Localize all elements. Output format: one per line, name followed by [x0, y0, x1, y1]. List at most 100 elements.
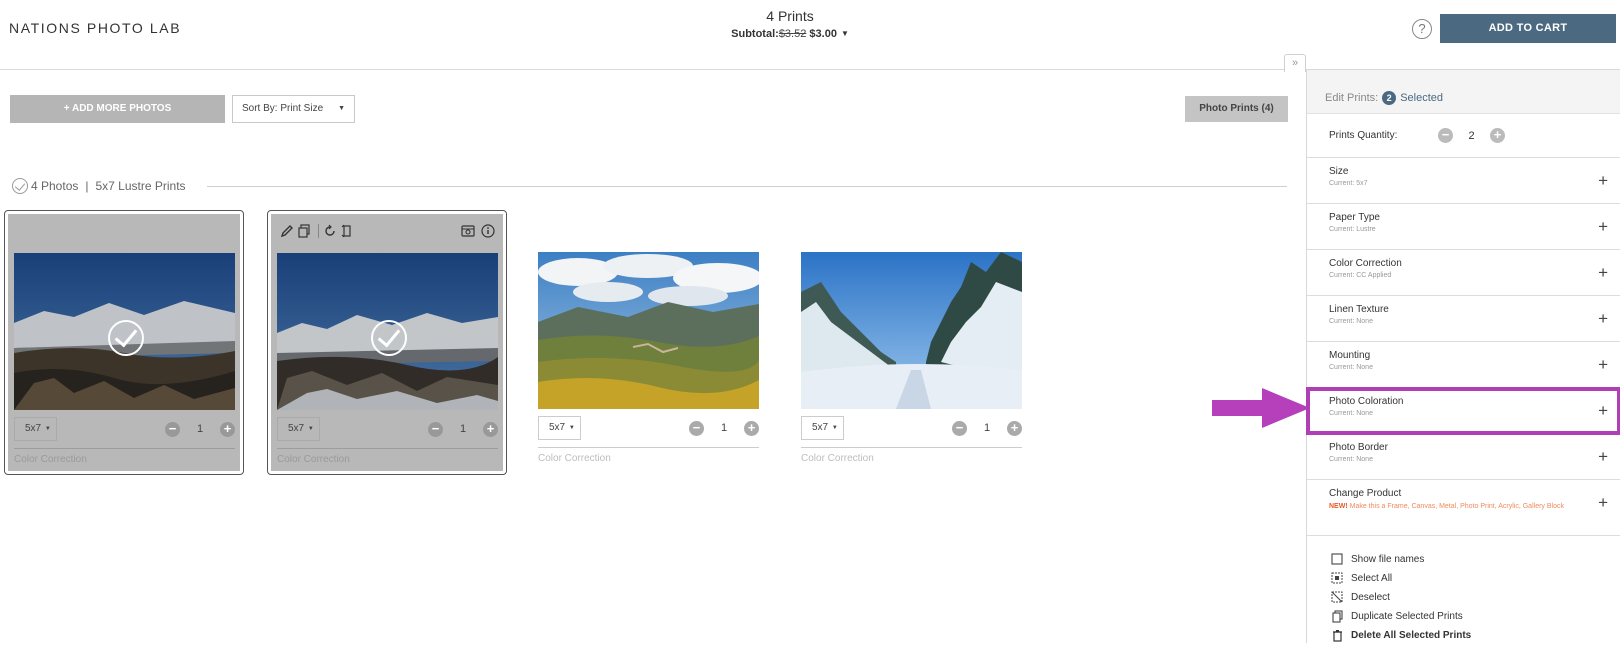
color-correction-label[interactable]: Color Correction	[538, 453, 611, 464]
size-select[interactable]: 5x7 ▼	[14, 417, 57, 441]
decrease-button[interactable]: −	[952, 420, 967, 436]
expand-plus-icon[interactable]: +	[1598, 263, 1608, 283]
photo-card[interactable]: 5x7 ▼ − 1 + Color Correction	[792, 210, 1032, 475]
prints-quantity-row: Prints Quantity: − 2 +	[1307, 114, 1620, 158]
option-title: Mounting	[1329, 350, 1371, 361]
divider	[538, 447, 759, 448]
selected-check-icon[interactable]	[108, 320, 144, 356]
decrease-button[interactable]: −	[165, 421, 180, 437]
color-correction-label[interactable]: Color Correction	[14, 454, 87, 465]
option-current: Current: Lustre	[1329, 226, 1376, 233]
photo-prints-button[interactable]: Photo Prints (4)	[1185, 96, 1288, 122]
increase-button[interactable]: +	[220, 421, 235, 437]
expand-plus-icon[interactable]: +	[1598, 493, 1608, 513]
sort-by-select[interactable]: Sort By: Print Size ▼	[232, 95, 355, 123]
subtotal[interactable]: Subtotal:$3.52 $3.00 ▼	[690, 28, 890, 40]
color-correction-label[interactable]: Color Correction	[801, 453, 874, 464]
new-product-text: Make this a Frame, Canvas, Metal, Photo …	[1349, 503, 1564, 510]
option-mounting[interactable]: Mounting Current: None +	[1307, 342, 1620, 388]
size-value: 5x7	[25, 423, 42, 434]
chevron-down-icon: ▼	[307, 426, 314, 432]
photo-thumbnail[interactable]	[277, 253, 498, 410]
expand-plus-icon[interactable]: +	[1598, 401, 1608, 421]
checkbox-icon[interactable]	[1331, 553, 1344, 566]
option-color-correction[interactable]: Color Correction Current: CC Applied +	[1307, 250, 1620, 296]
size-select[interactable]: 5x7 ▼	[277, 417, 320, 441]
selected-check-icon[interactable]	[371, 320, 407, 356]
option-paper-type[interactable]: Paper Type Current: Lustre +	[1307, 204, 1620, 250]
select-all-icon	[1331, 572, 1343, 584]
info-icon[interactable]	[481, 224, 495, 238]
delete-selected-link[interactable]: Delete All Selected Prints	[1331, 626, 1620, 645]
logo[interactable]: NATIONS PHOTO LAB	[9, 20, 181, 36]
decrease-button[interactable]: −	[689, 420, 704, 436]
photo-card[interactable]: 5x7 ▼ − 1 + Color Correction	[529, 210, 769, 475]
show-file-names-label: Show file names	[1351, 554, 1425, 565]
add-to-cart-button[interactable]: ADD TO CART	[1440, 14, 1616, 43]
quantity-stepper: − 1 +	[952, 420, 1022, 436]
expand-plus-icon[interactable]: +	[1598, 447, 1608, 467]
option-photo-border[interactable]: Photo Border Current: None +	[1307, 434, 1620, 480]
color-correction-label[interactable]: Color Correction	[277, 454, 350, 465]
cart-summary[interactable]: 4 Prints Subtotal:$3.52 $3.00 ▼	[690, 8, 890, 40]
expand-plus-icon[interactable]: +	[1598, 355, 1608, 375]
option-title: Photo Coloration	[1329, 396, 1404, 407]
chevron-down-icon[interactable]: ▼	[841, 29, 849, 38]
increase-button[interactable]: +	[744, 420, 759, 436]
increase-quantity-button[interactable]: +	[1490, 128, 1505, 143]
option-size[interactable]: Size Current: 5x7 +	[1307, 158, 1620, 204]
flip-orientation-icon[interactable]	[340, 224, 354, 238]
prints-quantity-value: 2	[1468, 129, 1475, 142]
select-group-check-icon[interactable]	[12, 178, 28, 194]
edit-pencil-icon[interactable]	[280, 224, 294, 238]
photo-thumbnail[interactable]	[14, 253, 235, 410]
quantity-value: 1	[459, 423, 467, 435]
subtotal-label: Subtotal:	[731, 28, 779, 40]
option-title: Color Correction	[1329, 258, 1402, 269]
show-file-names-toggle[interactable]: Show file names	[1331, 550, 1620, 569]
select-all-label: Select All	[1351, 573, 1393, 584]
option-linen-texture[interactable]: Linen Texture Current: None +	[1307, 296, 1620, 342]
select-all-link[interactable]: Select All	[1331, 569, 1620, 588]
preview-icon[interactable]	[461, 224, 475, 238]
option-current: Current: CC Applied	[1329, 272, 1392, 279]
expand-plus-icon[interactable]: +	[1598, 217, 1608, 237]
highlight-arrow-icon	[1212, 388, 1310, 428]
quantity-stepper: − 1 +	[689, 420, 759, 436]
expand-plus-icon[interactable]: +	[1598, 171, 1608, 191]
decrease-quantity-button[interactable]: −	[1438, 128, 1453, 143]
selection-actions: Show file names Select All Deselect Dupl…	[1307, 536, 1620, 645]
photo-thumbnail[interactable]	[801, 252, 1022, 409]
increase-button[interactable]: +	[1007, 420, 1022, 436]
chevron-down-icon: ▼	[338, 105, 345, 112]
subtotal-old-price: $3.52	[778, 28, 807, 40]
option-title: Linen Texture	[1329, 304, 1389, 315]
photo-card[interactable]: 5x7 ▼ − 1 + Color Correction	[267, 210, 507, 475]
size-value: 5x7	[549, 422, 566, 433]
option-current: Current: None	[1329, 456, 1373, 463]
option-title: Paper Type	[1329, 212, 1380, 223]
help-icon[interactable]: ?	[1412, 19, 1432, 39]
decrease-button[interactable]: −	[428, 421, 443, 437]
option-current: Current: None	[1329, 364, 1373, 371]
option-photo-coloration[interactable]: Photo Coloration Current: None +	[1306, 387, 1620, 435]
option-change-product[interactable]: Change Product NEW! Make this a Frame, C…	[1307, 480, 1620, 536]
duplicate-icon[interactable]	[297, 224, 311, 238]
photo-card[interactable]: 5x7 ▼ − 1 + Color Correction	[4, 210, 244, 475]
group-separator: |	[85, 179, 89, 193]
duplicate-selected-link[interactable]: Duplicate Selected Prints	[1331, 607, 1620, 626]
quantity-stepper: − 1 +	[165, 421, 235, 437]
card-toolbar	[280, 223, 498, 239]
divider	[207, 186, 1287, 187]
photo-thumbnail[interactable]	[538, 252, 759, 409]
rotate-icon[interactable]	[323, 224, 337, 238]
expand-plus-icon[interactable]: +	[1598, 309, 1608, 329]
size-value: 5x7	[812, 422, 829, 433]
increase-button[interactable]: +	[483, 421, 498, 437]
size-select[interactable]: 5x7 ▼	[538, 416, 581, 440]
group-heading: 4 Photos | 5x7 Lustre Prints	[12, 178, 186, 194]
collapse-panel-button[interactable]: »	[1284, 54, 1306, 72]
add-more-photos-button[interactable]: + ADD MORE PHOTOS	[10, 95, 225, 123]
size-select[interactable]: 5x7 ▼	[801, 416, 844, 440]
deselect-link[interactable]: Deselect	[1331, 588, 1620, 607]
